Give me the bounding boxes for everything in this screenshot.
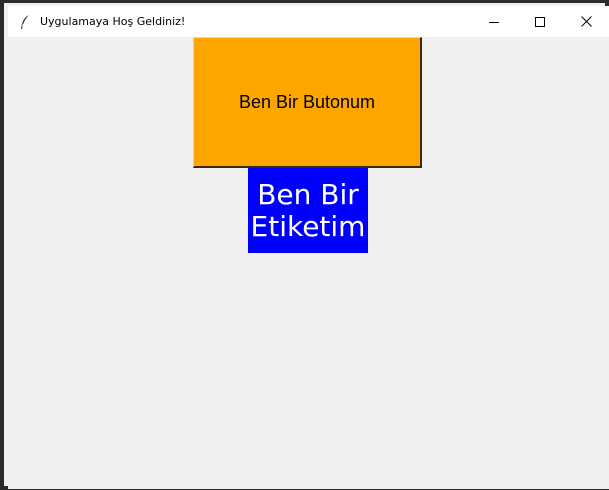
window-client-area: Ben Bir Butonum Ben Bir Etiketim xyxy=(8,37,609,489)
close-button[interactable] xyxy=(563,6,609,37)
close-icon xyxy=(580,12,592,31)
maximize-icon xyxy=(535,12,545,31)
info-label-line2: Etiketim xyxy=(250,209,366,243)
app-window: Uygulamaya Hoş Geldiniz! Ben Bir Butonum xyxy=(0,0,609,490)
minimize-icon xyxy=(489,12,499,31)
minimize-button[interactable] xyxy=(471,6,517,37)
window-title: Uygulamaya Hoş Geldiniz! xyxy=(40,15,186,28)
title-bar[interactable]: Uygulamaya Hoş Geldiniz! xyxy=(8,6,609,37)
maximize-button[interactable] xyxy=(517,6,563,37)
main-button[interactable]: Ben Bir Butonum xyxy=(193,37,422,168)
window-controls xyxy=(471,6,609,37)
info-label: Ben Bir Etiketim xyxy=(248,168,368,253)
info-label-line1: Ben Bir xyxy=(257,177,359,211)
feather-icon xyxy=(17,14,33,30)
main-button-label: Ben Bir Butonum xyxy=(238,91,376,112)
